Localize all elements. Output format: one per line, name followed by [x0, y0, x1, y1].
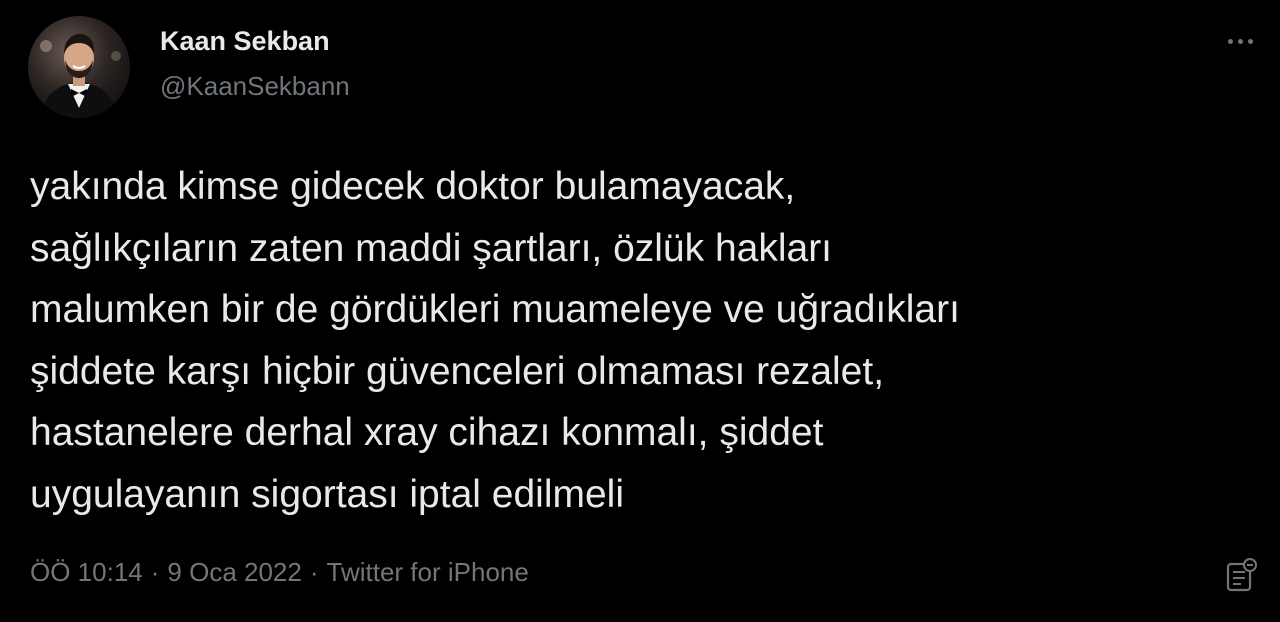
separator: ·: [309, 557, 319, 587]
more-options-button[interactable]: [1218, 26, 1262, 56]
more-horizontal-icon: [1227, 38, 1233, 44]
tweet: Kaan Sekban @KaanSekbann yakında kimse g…: [0, 0, 1280, 622]
avatar[interactable]: [28, 16, 130, 118]
separator: ·: [150, 557, 160, 587]
tweet-source[interactable]: Twitter for iPhone: [327, 557, 529, 587]
tweet-time[interactable]: ÖÖ 10:14: [30, 557, 143, 587]
avatar-image: [28, 16, 130, 118]
analytics-icon: [1226, 558, 1257, 592]
tweet-text: yakında kimse gidecek doktor bulamayacak…: [30, 165, 960, 516]
tweet-date[interactable]: 9 Oca 2022: [167, 557, 301, 587]
author-display-name[interactable]: Kaan Sekban: [160, 26, 330, 57]
analytics-button[interactable]: [1222, 556, 1260, 594]
tweet-metadata: ÖÖ 10:14 · 9 Oca 2022 · Twitter for iPhone: [30, 557, 529, 588]
author-handle[interactable]: @KaanSekbann: [160, 71, 350, 102]
